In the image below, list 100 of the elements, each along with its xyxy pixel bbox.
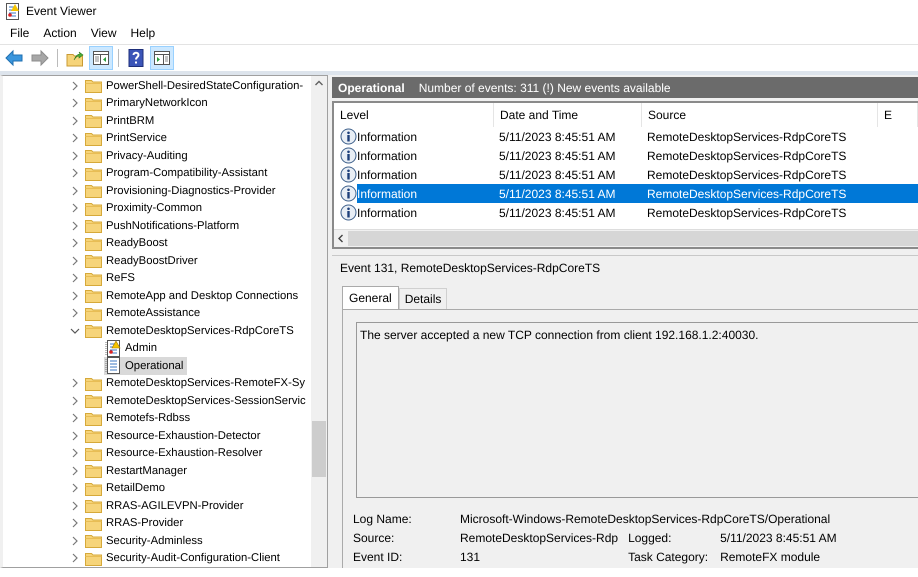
event-row[interactable]: Information 5/11/2023 8:45:51 AM RemoteDesktopServices-RdpCoreTS [357,165,918,184]
tab[interactable]: General [342,286,399,309]
tree-item[interactable]: Program-Compatibility-Assistant [84,164,272,182]
table-cell-text: 5/11/2023 8:45:51 AM [499,148,617,162]
tree-item[interactable]: RRAS-AGILEVPN-Provider [84,497,248,514]
back-arrow-icon [4,48,24,68]
event-row[interactable]: Information 5/11/2023 8:45:51 AM RemoteDesktopServices-RdpCoreTS [357,127,918,146]
tree-item[interactable]: PrintService [84,130,171,147]
scroll-thumb[interactable] [312,421,326,477]
menu-item[interactable]: Help [124,26,162,40]
field-label: Logged: [628,531,672,545]
toolbar-button[interactable] [89,46,113,70]
tree-item[interactable]: ReadyBoostDriver [84,252,202,270]
pane-toggle-icon [152,48,172,68]
table-cell-text: 5/11/2023 8:45:51 AM [499,186,617,200]
scroll-thumb[interactable] [348,231,918,246]
field-label: Source: [353,531,396,545]
window-title: Event Viewer [26,4,96,18]
event-title: Event 131, RemoteDesktopServices-RdpCoreTS [340,261,600,275]
table-cell-text: RemoteDesktopServices-RdpCoreTS [647,168,848,182]
tree-item[interactable]: RestartManager [84,462,191,480]
tree-item[interactable]: Remotefs-Rdbss [84,410,194,427]
table-cell-text: Information [357,206,418,220]
table-cell-text: Information [357,168,418,182]
column-header[interactable]: E [878,103,918,127]
folder-icon [85,376,102,391]
field-label: Event ID: [353,550,404,564]
column-header[interactable]: Source [642,103,878,127]
tree-item[interactable]: Operational [104,357,188,374]
event-row[interactable]: Information 5/11/2023 8:45:51 AM RemoteDesktopServices-RdpCoreTS [357,146,918,165]
column-header[interactable]: Date and Time [494,103,642,127]
event-row[interactable]: Information 5/11/2023 8:45:51 AM RemoteDesktopServices-RdpCoreTS [357,184,918,203]
event-message: The server accepted a new TCP connection from client 192.168.1.2:40030. [360,328,758,342]
table-cell-text: 5/11/2023 8:45:51 AM [499,168,617,182]
tree-item[interactable]: RRAS-Provider [84,514,188,532]
folder-icon [85,550,102,566]
tree-item[interactable]: Admin [104,340,162,357]
folder-icon [85,533,102,548]
tree-item[interactable]: RemoteDesktopServices-RemoteFX-Sy [84,374,310,392]
tree-item[interactable]: RetailDemo [84,480,170,497]
tree-item[interactable]: Provisioning-Diagnostics-Provider [84,182,280,200]
folder-icon [85,410,102,426]
field-label: Log Name: [353,512,413,526]
folder-icon [85,393,102,408]
folder-icon [85,218,102,234]
tree-item[interactable]: RemoteDesktopServices-RdpCoreTS [84,322,298,340]
column-header[interactable]: Level [334,103,494,127]
tree-item[interactable]: Resource-Exhaustion-Detector [84,427,264,444]
event-row[interactable]: Information 5/11/2023 8:45:51 AM RemoteDesktopServices-RdpCoreTS [357,203,918,222]
folder-icon [85,130,102,146]
folder-icon [85,516,102,531]
info-icon [340,204,357,221]
log-title: Operational [338,80,405,94]
folder-icon [85,236,102,251]
info-icon [340,147,357,164]
tree-item[interactable]: Security-Adminless [84,532,207,550]
tree-item[interactable]: ReadyBoost [84,234,172,252]
tree-item[interactable]: Privacy-Auditing [84,147,192,164]
tree-item[interactable]: Security-Audit-Configuration-Client [84,550,284,567]
tree-item[interactable]: Resource-Exhaustion-Resolver [84,444,266,462]
field-value: RemoteFX module [720,550,822,564]
folder-icon [85,270,102,286]
table-cell-text: RemoteDesktopServices-RdpCoreTS [647,130,848,144]
folder-icon [85,323,102,338]
scrollbar[interactable] [311,76,327,567]
folder-icon [85,113,102,128]
warning-log-icon [105,340,121,357]
tree-item[interactable]: PushNotifications-Platform [84,217,244,234]
toolbar-button[interactable] [150,46,174,70]
tree-item[interactable]: PrintBRM [84,112,158,130]
tree-item[interactable]: ReFS [84,270,139,287]
info-icon [340,166,357,183]
field-label: Task Category: [628,550,710,564]
tree-item[interactable]: PowerShell-DesiredStateConfiguration- [84,77,308,94]
folder-icon [85,96,102,111]
tab[interactable]: Details [398,288,448,309]
info-icon [340,185,357,202]
log-icon [105,357,121,374]
folder-icon [85,463,102,478]
menu-item[interactable]: Action [36,26,84,40]
menu-item[interactable]: File [3,26,36,40]
folder-icon [85,498,102,514]
folder-icon [85,306,102,321]
tree-item[interactable]: Proximity-Common [84,200,206,217]
folder-icon [85,78,102,94]
table-cell-text: Information [357,148,418,162]
tree-item[interactable]: PrimaryNetworkIcon [84,94,212,112]
folder-icon [85,480,102,496]
tree-item[interactable]: RemoteDesktopServices-SessionServic [84,392,310,410]
tree-item[interactable]: RemoteApp and Desktop Connections [84,287,302,304]
tree-item[interactable]: RemoteAssistance [84,304,204,322]
table-cell-text: Information [357,130,418,144]
table-cell-text: Information [357,186,418,200]
folder-icon [85,183,102,198]
table-cell-text: 5/11/2023 8:45:51 AM [499,130,617,144]
menu-item[interactable]: View [84,26,124,40]
folder-icon [85,446,102,461]
table-cell-text: 5/11/2023 8:45:51 AM [499,206,617,220]
field-value: 5/11/2023 8:45:51 AM [720,531,838,545]
field-value: Microsoft-Windows-RemoteDesktopServices-RdpCoreTS/Operational [460,512,832,526]
